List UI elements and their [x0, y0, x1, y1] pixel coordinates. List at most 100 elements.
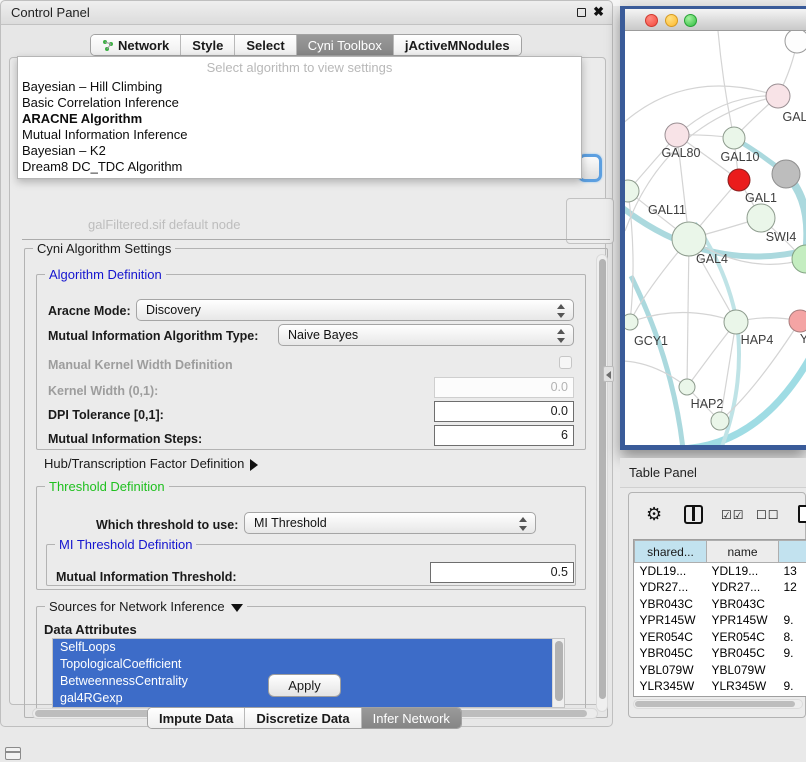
- network-node[interactable]: [766, 84, 790, 108]
- data-attributes-label: Data Attributes: [44, 622, 137, 637]
- network-node[interactable]: [665, 123, 689, 147]
- stepper-icon: [557, 329, 566, 343]
- attribute-item[interactable]: TopologicalCoefficient: [53, 656, 564, 673]
- table-row[interactable]: YER054CYER054C8.: [635, 629, 806, 646]
- table-row[interactable]: YDL19...YDL19...13: [635, 563, 806, 580]
- table-toolbar: ⚙ ☑☑ ☐☐: [629, 493, 805, 537]
- algorithm-dropdown-popup: Select algorithm to view settings Bayesi…: [17, 56, 582, 179]
- table-horizontal-scrollbar[interactable]: [633, 699, 803, 709]
- control-panel-window: Control Panel ✖ Network Style Select Cyn…: [0, 0, 613, 727]
- algorithm-option[interactable]: Basic Correlation Inference: [18, 95, 581, 111]
- tab-infer-network[interactable]: Infer Network: [362, 708, 461, 728]
- manual-kernel-label: Manual Kernel Width Definition: [48, 358, 233, 372]
- zoom-traffic-light-icon[interactable]: [684, 14, 697, 27]
- cyni-settings-title: Cyni Algorithm Settings: [33, 241, 175, 256]
- network-icon: [102, 39, 114, 51]
- background-network-combo[interactable]: galFiltered.sif default node: [88, 217, 508, 235]
- network-edge[interactable]: [625, 86, 778, 126]
- columns-icon[interactable]: [684, 505, 703, 524]
- network-node[interactable]: [785, 31, 806, 53]
- network-window-titlebar[interactable]: [625, 9, 806, 31]
- table-row[interactable]: YIL052CYIL052C9: [635, 695, 806, 698]
- gear-icon[interactable]: ⚙: [646, 505, 662, 523]
- table-header-row[interactable]: shared... name A: [635, 541, 806, 563]
- network-node[interactable]: [679, 379, 695, 395]
- document-icon[interactable]: [798, 505, 806, 523]
- minimize-traffic-light-icon[interactable]: [665, 14, 678, 27]
- divider-rule: [22, 239, 610, 240]
- node-label: HAP4: [741, 333, 774, 347]
- network-node[interactable]: [711, 412, 729, 430]
- scrollbar-thumb[interactable]: [555, 641, 563, 701]
- manual-kernel-checkbox[interactable]: [559, 356, 572, 369]
- checked-boxes-icon[interactable]: ☑☑: [721, 508, 745, 522]
- dpi-tolerance-field[interactable]: 0.0: [434, 401, 574, 422]
- network-edge[interactable]: [718, 31, 734, 138]
- tab-impute-data[interactable]: Impute Data: [148, 708, 245, 728]
- float-window-icon[interactable]: [577, 8, 586, 17]
- network-node[interactable]: [672, 222, 706, 256]
- tab-discretize-data[interactable]: Discretize Data: [245, 708, 361, 728]
- dpi-tolerance-label: DPI Tolerance [0,1]:: [48, 408, 164, 422]
- tab-network[interactable]: Network: [91, 35, 181, 55]
- table-row[interactable]: YDR27...YDR27...12: [635, 579, 806, 596]
- tab-cyni-toolbox[interactable]: Cyni Toolbox: [297, 35, 394, 55]
- network-node[interactable]: [723, 127, 745, 149]
- network-view-window[interactable]: GALGAL80GAL10GAL1GAL11GAL4SWI4GCY1HAP4YH…: [620, 6, 806, 450]
- tab-jactivemnodules[interactable]: jActiveMNodules: [394, 35, 521, 55]
- algorithm-option[interactable]: Dream8 DC_TDC Algorithm: [18, 159, 581, 175]
- settings-vertical-scrollbar[interactable]: [596, 254, 608, 712]
- close-traffic-light-icon[interactable]: [645, 14, 658, 27]
- algorithm-option[interactable]: Mutual Information Inference: [18, 127, 581, 143]
- tab-select[interactable]: Select: [235, 35, 296, 55]
- close-icon[interactable]: ✖: [593, 4, 604, 20]
- aracne-mode-select[interactable]: Discovery: [136, 299, 574, 321]
- node-label: GAL80: [662, 146, 701, 160]
- which-threshold-select[interactable]: MI Threshold: [244, 512, 536, 534]
- algorithm-definition-title: Algorithm Definition: [45, 267, 166, 282]
- unchecked-boxes-icon[interactable]: ☐☐: [756, 508, 780, 522]
- scrollbar-thumb[interactable]: [599, 259, 606, 699]
- column-header-name[interactable]: name: [707, 541, 779, 563]
- table-row[interactable]: YLR345WYLR345W9.: [635, 678, 806, 695]
- network-node[interactable]: [747, 204, 775, 232]
- data-attributes-list[interactable]: SelfLoopsTopologicalCoefficientBetweenne…: [52, 638, 565, 708]
- scrollbar-thumb[interactable]: [635, 701, 795, 707]
- column-header-partial[interactable]: A: [779, 541, 806, 563]
- tab-network-label: Network: [118, 38, 169, 53]
- table-row[interactable]: YBL079WYBL079W: [635, 662, 806, 679]
- mi-type-select[interactable]: Naive Bayes: [278, 324, 574, 346]
- algorithm-option[interactable]: Bayesian – K2: [18, 143, 581, 159]
- network-node[interactable]: [772, 160, 800, 188]
- mi-steps-field[interactable]: 6: [434, 425, 574, 446]
- network-edge[interactable]: [631, 276, 683, 445]
- network-node[interactable]: [625, 314, 638, 330]
- node-label: GAL4: [696, 252, 728, 266]
- network-node[interactable]: [728, 169, 750, 191]
- network-node[interactable]: [724, 310, 748, 334]
- mi-threshold-field[interactable]: 0.5: [430, 562, 574, 583]
- panel-divider-collapse-handle[interactable]: [603, 366, 614, 382]
- network-edge[interactable]: [625, 361, 687, 387]
- mi-steps-label: Mutual Information Steps:: [48, 432, 202, 446]
- network-node[interactable]: [789, 310, 806, 332]
- hub-definition-toggle[interactable]: Hub/Transcription Factor Definition: [44, 456, 258, 471]
- table-row[interactable]: YPR145WYPR145W9.: [635, 612, 806, 629]
- attribute-item[interactable]: SelfLoops: [53, 639, 564, 656]
- node-label: Y: [800, 332, 806, 346]
- table-row[interactable]: YBR045CYBR045C9.: [635, 645, 806, 662]
- network-canvas[interactable]: GALGAL80GAL10GAL1GAL11GAL4SWI4GCY1HAP4YH…: [625, 31, 806, 445]
- sources-title[interactable]: Sources for Network Inference: [45, 599, 247, 614]
- tab-style[interactable]: Style: [181, 35, 235, 55]
- list-vertical-scrollbar[interactable]: [552, 639, 564, 707]
- apply-button[interactable]: Apply: [268, 674, 341, 697]
- table-row[interactable]: YBR043CYBR043C: [635, 596, 806, 613]
- which-threshold-label: Which threshold to use:: [96, 518, 238, 532]
- node-attribute-table[interactable]: shared... name A YDL19...YDL19...13YDR27…: [633, 539, 806, 697]
- collapsed-panel-icon[interactable]: [5, 747, 21, 760]
- stepper-icon: [519, 517, 528, 531]
- column-header-shared-name[interactable]: shared...: [635, 541, 707, 563]
- algorithm-option[interactable]: Bayesian – Hill Climbing: [18, 79, 581, 95]
- algorithm-option[interactable]: ARACNE Algorithm: [18, 111, 581, 127]
- control-panel-titlebar[interactable]: Control Panel ✖: [1, 1, 612, 25]
